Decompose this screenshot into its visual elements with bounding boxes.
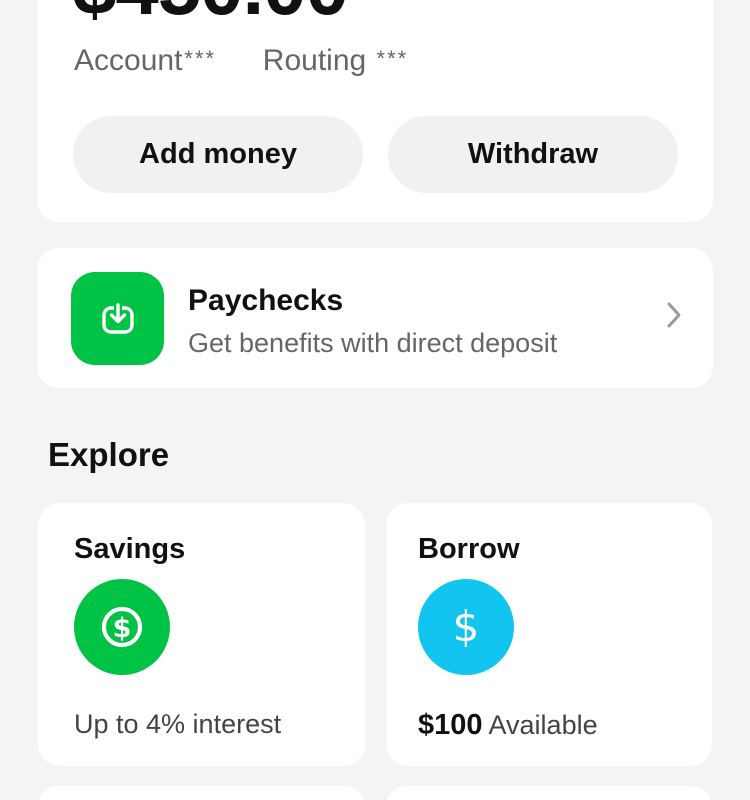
next-tile-right[interactable] bbox=[386, 786, 712, 800]
explore-heading: Explore bbox=[48, 436, 170, 473]
next-tile-left[interactable] bbox=[38, 786, 365, 800]
cash-app-home: $450.00 Account*** Routing *** Add money… bbox=[0, 0, 750, 800]
savings-tile[interactable]: Savings $ Up to 4% interest bbox=[38, 503, 365, 766]
chevron-right-icon bbox=[665, 300, 683, 335]
balance-amount: $450.00 bbox=[73, 0, 349, 26]
savings-footer: Up to 4% interest bbox=[74, 709, 282, 739]
account-label: Account bbox=[74, 44, 183, 77]
dollar-circle-icon: $ bbox=[74, 579, 170, 675]
savings-title: Savings bbox=[74, 533, 186, 565]
borrow-title: Borrow bbox=[418, 533, 520, 565]
paychecks-subtitle: Get benefits with direct deposit bbox=[188, 328, 558, 358]
dollar-sign-icon: $ bbox=[418, 579, 514, 675]
account-routing-row[interactable]: Account*** Routing *** bbox=[74, 44, 408, 78]
withdraw-button[interactable]: Withdraw bbox=[388, 116, 678, 193]
routing-mask: *** bbox=[376, 46, 409, 71]
borrow-tile[interactable]: Borrow $ $100 Available bbox=[386, 503, 712, 766]
borrow-amount: $100 bbox=[418, 709, 483, 741]
paychecks-title: Paychecks bbox=[188, 284, 344, 317]
svg-text:$: $ bbox=[113, 613, 132, 644]
borrow-footer: $100 Available bbox=[418, 709, 598, 742]
account-mask: *** bbox=[184, 46, 217, 71]
download-tray-icon bbox=[71, 272, 164, 365]
paychecks-card[interactable]: Paychecks Get benefits with direct depos… bbox=[37, 248, 713, 388]
svg-text:$: $ bbox=[453, 602, 480, 651]
add-money-button[interactable]: Add money bbox=[73, 116, 363, 193]
routing-label: Routing bbox=[262, 44, 367, 77]
borrow-available-label: Available bbox=[488, 710, 598, 740]
